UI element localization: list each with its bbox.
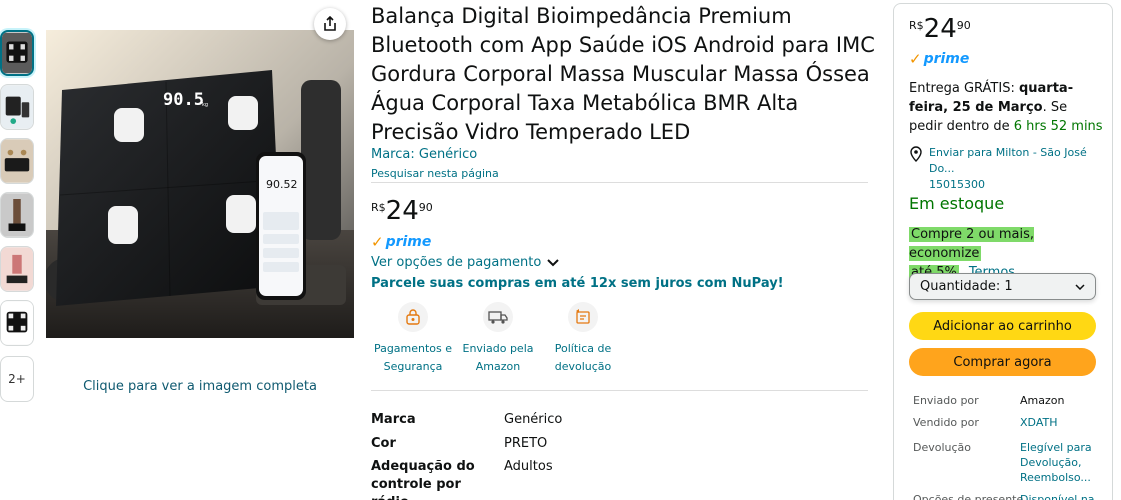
main-product-image[interactable]: 90.5 kg 90.52 <box>46 30 354 338</box>
sold-by-label: Vendido por <box>913 416 979 429</box>
feature-secure-payment[interactable]: Pagamentos e Segurança <box>373 302 453 376</box>
share-icon <box>324 16 336 31</box>
spec-value: Adultos <box>504 459 553 474</box>
feature-label-line2: Segurança <box>383 360 443 373</box>
feature-label-line1: Política de <box>554 342 612 355</box>
price-decimal: 90 <box>418 201 433 214</box>
prime-check-icon: ✓ <box>909 50 922 68</box>
search-page-link[interactable]: Pesquisar nesta página <box>371 167 499 180</box>
divider <box>371 390 868 391</box>
price-integer: 24 <box>923 14 957 44</box>
feature-label-line1: Enviado pela <box>462 342 534 355</box>
spec-key: Marca <box>371 412 416 427</box>
shipped-by-value: Amazon <box>1020 394 1065 407</box>
product-price: R$2490 <box>371 198 433 224</box>
returns-line2: Devolução, <box>1020 456 1082 469</box>
feature-label-line2: Amazon <box>475 360 521 373</box>
feature-label-line2: devolução <box>554 360 612 373</box>
thumbnail-6[interactable] <box>0 300 34 346</box>
ship-to-location-link[interactable]: Enviar para Milton - São José Do... 1501… <box>909 145 1109 193</box>
scale-display-unit: kg <box>202 102 208 108</box>
returns-line3: Reembolso... <box>1020 471 1091 484</box>
more-images-button[interactable]: 2+ <box>0 356 34 402</box>
spec-key: Cor <box>371 436 396 451</box>
prime-badge: ✓ prime <box>371 234 431 250</box>
phone-display-text: 90.52 <box>266 178 298 191</box>
delivery-window: 6 hrs 52 mins <box>1013 119 1103 134</box>
buybox-price: R$2490 <box>909 16 971 42</box>
returns-label: Devolução <box>913 441 972 454</box>
gift-options-label: Opções de presente <box>913 493 1024 500</box>
divider <box>371 182 868 183</box>
quantity-value: 1 <box>1004 279 1013 294</box>
feature-shipped-by-amazon[interactable]: Enviado pela Amazon <box>458 302 538 376</box>
add-to-cart-button[interactable]: Adicionar ao carrinho <box>909 312 1096 340</box>
share-button[interactable] <box>314 8 346 40</box>
chevron-down-icon <box>547 258 560 266</box>
price-currency: R$ <box>909 19 924 32</box>
scale-display-text: 90.5 <box>163 90 204 110</box>
buy-now-button[interactable]: Comprar agora <box>909 348 1096 376</box>
ship-to-line2: 15015300 <box>929 178 985 191</box>
thumbnail-2[interactable] <box>0 84 34 130</box>
thumbnail-3[interactable] <box>0 138 34 184</box>
price-integer: 24 <box>385 196 419 226</box>
feature-label-line1: Pagamentos e <box>373 342 453 355</box>
return-policy-icon <box>568 302 598 332</box>
price-currency: R$ <box>371 201 386 214</box>
quantity-select[interactable]: Quantidade: 1 <box>909 273 1096 300</box>
delivery-truck-icon <box>483 302 513 332</box>
full-image-link[interactable]: Clique para ver a imagem completa <box>46 379 354 394</box>
prime-check-icon: ✓ <box>371 233 384 251</box>
location-pin-icon <box>910 146 922 162</box>
delivery-info: Entrega GRÁTIS: quarta-feira, 25 de Març… <box>909 79 1104 136</box>
payment-options-label: Ver opções de pagamento <box>371 255 542 270</box>
product-title: Balança Digital Bioimpedância Premium Bl… <box>371 4 875 144</box>
price-decimal: 90 <box>956 19 971 32</box>
prime-label: prime <box>385 234 432 250</box>
thumbnail-4[interactable] <box>0 192 34 238</box>
brand-link[interactable]: Marca: Genérico <box>371 147 477 162</box>
thumbnail-5[interactable] <box>0 246 34 292</box>
feature-return-policy[interactable]: Política de devolução <box>543 302 623 376</box>
more-images-label: 2+ <box>8 372 26 386</box>
spec-value: PRETO <box>504 436 548 451</box>
spec-key: Adequação do controle por rádio <box>371 459 475 500</box>
payment-options-dropdown[interactable]: Ver opções de pagamento <box>371 255 560 270</box>
secure-payment-icon <box>398 302 428 332</box>
spec-value: Genérico <box>504 412 563 427</box>
returns-link[interactable]: Elegível para Devolução, Reembolso... <box>1020 440 1105 485</box>
gift-options-value[interactable]: Disponível na <box>1020 492 1105 500</box>
sold-by-link[interactable]: XDATH <box>1020 415 1105 430</box>
shipped-by-label: Enviado por <box>913 394 979 407</box>
delivery-prefix: Entrega GRÁTIS: <box>909 81 1019 96</box>
ship-to-line1: Enviar para Milton - São José Do... <box>929 146 1087 175</box>
nupay-offer-link[interactable]: Parcele suas compras em até 12x sem juro… <box>371 276 784 291</box>
buybox-prime-badge: ✓ prime <box>909 51 969 67</box>
returns-line1: Elegível para <box>1020 441 1092 454</box>
thumbnail-1[interactable] <box>0 30 34 76</box>
prime-label: prime <box>923 51 970 67</box>
stock-status: Em estoque <box>909 194 1005 213</box>
chevron-down-icon <box>1075 283 1085 290</box>
promo-line1: Compre 2 ou mais, economize <box>909 227 1035 261</box>
quantity-label: Quantidade: <box>920 279 1001 294</box>
